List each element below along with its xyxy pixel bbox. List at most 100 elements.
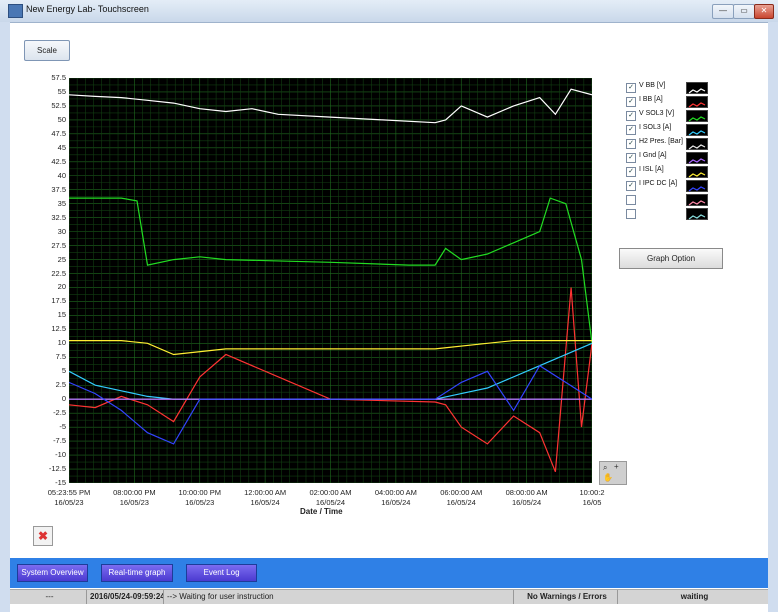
y-tick-label: 47.5 — [51, 128, 66, 138]
y-tick-label: 55 — [57, 86, 66, 96]
legend-item[interactable]: ✓ I ISL [A] — [626, 166, 721, 178]
legend-label: I Gnd [A] — [639, 152, 667, 159]
y-tick-label: 42.5 — [51, 156, 66, 166]
legend-swatch[interactable] — [686, 180, 708, 192]
legend-swatch[interactable] — [686, 110, 708, 122]
y-tick-label: 12.5 — [51, 324, 66, 334]
x-tick-label: 02:00:00 AM 16/05/24 — [309, 488, 352, 507]
legend-item[interactable]: ✓ I IPC DC [A] — [626, 180, 721, 192]
legend-swatch[interactable] — [686, 82, 708, 94]
cursor-icon[interactable]: + — [614, 462, 619, 471]
status-message: --> Waiting for user instruction — [164, 590, 514, 604]
legend-swatch[interactable] — [686, 152, 708, 164]
y-tick-label: -12.5 — [48, 464, 66, 474]
legend-checkbox[interactable]: ✓ — [626, 111, 636, 121]
legend-checkbox[interactable] — [626, 195, 636, 205]
legend-item[interactable]: ✓ V BB [V] — [626, 82, 721, 94]
realtime-graph-button[interactable]: Real-time graph — [101, 564, 173, 582]
x-tick-label: 04:00:00 AM 16/05/24 — [374, 488, 417, 507]
y-tick-label: 2.5 — [55, 380, 66, 390]
legend-label: I IPC DC [A] — [639, 180, 678, 187]
legend-swatch[interactable] — [686, 208, 708, 220]
legend-item[interactable]: ✓ I BB [A] — [626, 96, 721, 108]
status-timestamp: 2016/05/24-09:59:24 — [87, 590, 164, 604]
legend-label: I ISL [A] — [639, 166, 664, 173]
legend-swatch[interactable] — [686, 166, 708, 178]
y-tick-label: 32.5 — [51, 212, 66, 222]
legend-label: V BB [V] — [639, 82, 666, 89]
minimize-button[interactable]: — — [712, 4, 734, 19]
legend-label: I BB [A] — [639, 96, 663, 103]
x-axis-label: Date / Time — [300, 507, 343, 516]
y-tick-label: 37.5 — [51, 184, 66, 194]
legend-swatch[interactable] — [686, 194, 708, 206]
graph-option-button[interactable]: Graph Option — [619, 248, 723, 269]
window-frame-left — [0, 22, 10, 612]
app-icon — [8, 4, 23, 18]
y-tick-label: 50 — [57, 114, 66, 124]
y-tick-label: 20 — [57, 282, 66, 292]
legend-item[interactable]: ✓ H2 Pres. [Bar] — [626, 138, 721, 150]
zoom-icon[interactable]: ⌕ — [603, 463, 607, 473]
window-title: New Energy Lab- Touchscreen — [26, 4, 149, 14]
legend-label: V SOL3 [V] — [639, 110, 675, 117]
y-tick-label: 25 — [57, 254, 66, 264]
system-overview-button[interactable]: System Overview — [17, 564, 88, 582]
legend-item[interactable] — [626, 208, 721, 220]
legend-checkbox[interactable]: ✓ — [626, 181, 636, 191]
legend-item[interactable]: ✓ I Gnd [A] — [626, 152, 721, 164]
y-tick-label: 0 — [61, 394, 66, 404]
legend-swatch[interactable] — [686, 124, 708, 136]
legend-checkbox[interactable]: ✓ — [626, 125, 636, 135]
y-tick-label: 40 — [57, 170, 66, 180]
legend-item[interactable]: ✓ V SOL3 [V] — [626, 110, 721, 122]
y-tick-label: 52.5 — [51, 100, 66, 110]
x-tick-label: 10:00:00 PM 16/05/23 — [178, 488, 222, 507]
state-status: waiting — [680, 592, 709, 601]
legend-item[interactable] — [626, 194, 721, 206]
warnings-status: No Warnings / Errors — [514, 590, 618, 604]
legend-swatch[interactable] — [686, 96, 708, 108]
y-tick-label: 5 — [61, 366, 66, 376]
y-tick-label: 57.5 — [51, 73, 66, 82]
x-tick-label: 05:23:55 PM 16/05/23 — [47, 488, 91, 507]
y-tick-label: 45 — [57, 142, 66, 152]
y-tick-label: -5 — [59, 422, 66, 432]
legend-item[interactable]: ✓ I SOL3 [A] — [626, 124, 721, 136]
y-tick-label: -15 — [55, 478, 66, 487]
pan-icon[interactable]: ✋ — [603, 473, 613, 482]
clear-button[interactable]: ✖ — [33, 526, 53, 546]
event-log-button[interactable]: Event Log — [186, 564, 257, 582]
y-tick-label: 27.5 — [51, 240, 66, 250]
status-bar: --- 2016/05/24-09:59:24 --> Waiting for … — [10, 589, 768, 604]
x-tick-label: 12:00:00 AM 16/05/24 — [244, 488, 287, 507]
legend-checkbox[interactable]: ✓ — [626, 167, 636, 177]
y-tick-label: 22.5 — [51, 268, 66, 278]
legend-swatch[interactable] — [686, 138, 708, 150]
legend-label: I SOL3 [A] — [639, 124, 672, 131]
legend-checkbox[interactable]: ✓ — [626, 83, 636, 93]
y-tick-label: 10 — [57, 338, 66, 348]
scale-button[interactable]: Scale — [24, 40, 70, 61]
legend-checkbox[interactable]: ✓ — [626, 97, 636, 107]
close-button[interactable]: ✕ — [754, 4, 774, 19]
y-tick-label: -7.5 — [53, 436, 66, 446]
x-tick-label: 08:00:00 AM 16/05/24 — [505, 488, 548, 507]
status-cell: --- — [10, 590, 87, 604]
y-tick-label: 7.5 — [55, 352, 66, 362]
plot-area[interactable] — [68, 77, 593, 484]
legend-checkbox[interactable]: ✓ — [626, 139, 636, 149]
legend-checkbox[interactable]: ✓ — [626, 153, 636, 163]
y-tick-label: -10 — [55, 450, 66, 460]
y-tick-label: 15 — [57, 310, 66, 320]
maximize-button[interactable]: ▭ — [733, 4, 755, 19]
legend-checkbox[interactable] — [626, 209, 636, 219]
line-chart — [68, 77, 593, 484]
legend-label: H2 Pres. [Bar] — [639, 138, 683, 145]
y-tick-label: -2.5 — [53, 408, 66, 418]
y-tick-label: 30 — [57, 226, 66, 236]
y-tick-label: 35 — [57, 198, 66, 208]
graph-palette[interactable]: ⌕ + ✋ — [599, 461, 627, 485]
bottom-nav: System Overview Real-time graph Event Lo… — [10, 558, 768, 588]
y-tick-label: 17.5 — [51, 296, 66, 306]
